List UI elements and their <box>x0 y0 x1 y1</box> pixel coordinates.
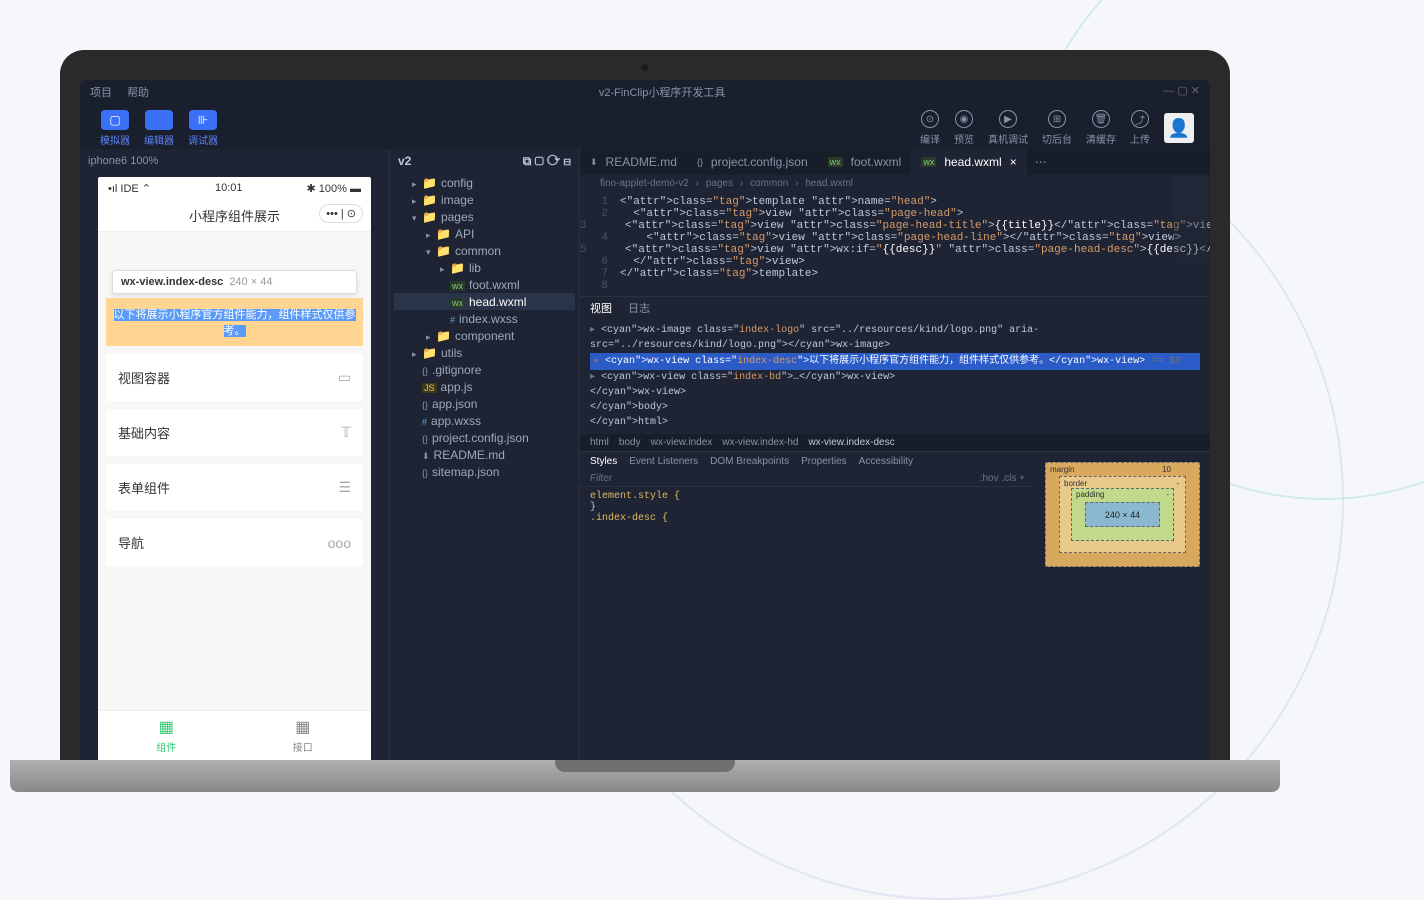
tree-item[interactable]: ▸📁image <box>394 191 575 208</box>
action-button[interactable]: 🗑清缓存 <box>1086 110 1116 146</box>
tab-more[interactable]: ⋯ <box>1027 149 1055 175</box>
editor-tab[interactable]: wxfoot.wxml <box>818 149 912 175</box>
devtools-tabs: 视图 日志 <box>580 297 1210 319</box>
filter-input[interactable]: Filter <box>590 473 612 484</box>
action-button[interactable]: ⊙编译 <box>920 110 940 146</box>
new-file-icon[interactable]: ⧉ <box>523 154 532 168</box>
editor-panel: ⬇README.md{}project.config.jsonwxfoot.wx… <box>580 149 1210 760</box>
tree-item[interactable]: {}app.json <box>394 395 575 412</box>
new-folder-icon[interactable]: ▢ <box>535 154 544 168</box>
tree-item[interactable]: wxhead.wxml <box>394 293 575 310</box>
editor-tab[interactable]: wxhead.wxml× <box>911 149 1026 175</box>
app-screen: 项目 帮助 v2-FinClip小程序开发工具 — ▢ ✕ ▢模拟器编辑器⊪调试… <box>80 80 1210 760</box>
tabbar-item[interactable]: ▦组件 <box>98 711 235 760</box>
window-title: v2-FinClip小程序开发工具 <box>599 84 726 100</box>
editor-tab[interactable]: ⬇README.md <box>580 149 687 175</box>
phone-navbar: 小程序组件展示 ••• | ⊙ <box>98 200 371 232</box>
tree-item[interactable]: ⬇README.md <box>394 446 575 463</box>
action-button[interactable]: ⤴上传 <box>1130 110 1150 146</box>
tree-item[interactable]: {}.gitignore <box>394 361 575 378</box>
mode-button[interactable]: ▢模拟器 <box>96 110 134 147</box>
action-button[interactable]: ⊞切后台 <box>1042 110 1072 146</box>
filter-toggles[interactable]: :hov .cls + <box>980 473 1025 484</box>
file-explorer: v2 ⧉ ▢ ⟳ ⊟ ▸📁config▸📁image▾📁pages▸📁API▾📁… <box>390 149 580 760</box>
action-button[interactable]: ▶真机调试 <box>988 110 1028 146</box>
component-list-item[interactable]: 基础内容𝕋 <box>106 409 363 456</box>
phone-statusbar: •ıl IDE ⌃ 10:01 ✱ 100% ▬ <box>98 177 371 200</box>
tree-item[interactable]: wxfoot.wxml <box>394 276 575 293</box>
tree-item[interactable]: JSapp.js <box>394 378 575 395</box>
tabbar-item[interactable]: ▦接口 <box>235 711 372 760</box>
menu-project[interactable]: 项目 <box>90 87 112 99</box>
camera-dot <box>642 64 649 71</box>
tree-item[interactable]: ▸📁utils <box>394 344 575 361</box>
simulator-panel: iphone6 100% •ıl IDE ⌃ 10:01 ✱ 100% ▬ 小程… <box>80 149 390 760</box>
refresh-icon[interactable]: ⟳ <box>547 154 560 168</box>
project-root[interactable]: v2 <box>398 154 411 169</box>
titlebar: 项目 帮助 v2-FinClip小程序开发工具 — ▢ ✕ <box>80 80 1210 104</box>
phone-tabbar: ▦组件▦接口 <box>98 710 371 760</box>
mode-button[interactable]: ⊪调试器 <box>184 110 222 147</box>
editor-tabs: ⬇README.md{}project.config.jsonwxfoot.wx… <box>580 149 1210 175</box>
minimap[interactable] <box>1172 177 1208 277</box>
capsule-button[interactable]: ••• | ⊙ <box>319 204 363 223</box>
dom-tree[interactable]: ▸ <cyan">wx-image class="index-logo" src… <box>580 319 1210 434</box>
css-rules[interactable]: element.style {}.index-desc {</span></di… <box>580 487 1035 528</box>
tree-item[interactable]: ▸📁API <box>394 225 575 242</box>
dom-breadcrumb[interactable]: htmlbodywx-view.indexwx-view.index-hdwx-… <box>580 434 1210 451</box>
tree-item[interactable]: ▸📁config <box>394 174 575 191</box>
inspect-tooltip: wx-view.index-desc240 × 44 <box>112 270 357 294</box>
mode-button[interactable]: 编辑器 <box>140 110 178 147</box>
sim-header: iphone6 100% <box>80 149 389 173</box>
toolbar: ▢模拟器编辑器⊪调试器 ⊙编译 ◉预览 ▶真机调试 ⊞切后台 🗑清缓存 ⤴上传 👤 <box>80 104 1210 149</box>
window-controls[interactable]: — ▢ ✕ <box>1163 84 1200 100</box>
phone-frame: •ıl IDE ⌃ 10:01 ✱ 100% ▬ 小程序组件展示 ••• | ⊙… <box>98 177 371 760</box>
menu-help[interactable]: 帮助 <box>127 87 149 99</box>
component-list-item[interactable]: 视图容器▭ <box>106 354 363 401</box>
tree-item[interactable]: #index.wxss <box>394 310 575 327</box>
tree-item[interactable]: {}project.config.json <box>394 429 575 446</box>
action-button[interactable]: ◉预览 <box>954 110 974 146</box>
collapse-icon[interactable]: ⊟ <box>563 154 571 168</box>
devtools-panel: 视图 日志 ▸ <cyan">wx-image class="index-log… <box>580 296 1210 760</box>
editor-tab[interactable]: {}project.config.json <box>687 149 818 175</box>
tree-item[interactable]: ▾📁pages <box>394 208 575 225</box>
component-list-item[interactable]: 表单组件☰ <box>106 464 363 511</box>
component-list-item[interactable]: 导航ooo <box>106 519 363 566</box>
breadcrumb[interactable]: fino-applet-demo-v2 › pages › common › h… <box>580 175 1210 192</box>
tree-item[interactable]: ▸📁component <box>394 327 575 344</box>
tree-item[interactable]: ▾📁common <box>394 242 575 259</box>
laptop-frame: 项目 帮助 v2-FinClip小程序开发工具 — ▢ ✕ ▢模拟器编辑器⊪调试… <box>60 50 1230 810</box>
tree-item[interactable]: {}sitemap.json <box>394 463 575 480</box>
avatar[interactable]: 👤 <box>1164 113 1194 143</box>
styles-tabs[interactable]: StylesEvent ListenersDOM BreakpointsProp… <box>580 452 1035 471</box>
box-model: margin10 border- padding- 240 × 44 <box>1035 452 1210 760</box>
code-editor[interactable]: 1<"attr">class="tag">template "attr">nam… <box>580 192 1210 296</box>
tree-item[interactable]: #app.wxss <box>394 412 575 429</box>
highlighted-element[interactable]: 以下将展示小程序官方组件能力，组件样式仅供参考。 <box>106 298 363 346</box>
tree-item[interactable]: ▸📁lib <box>394 259 575 276</box>
